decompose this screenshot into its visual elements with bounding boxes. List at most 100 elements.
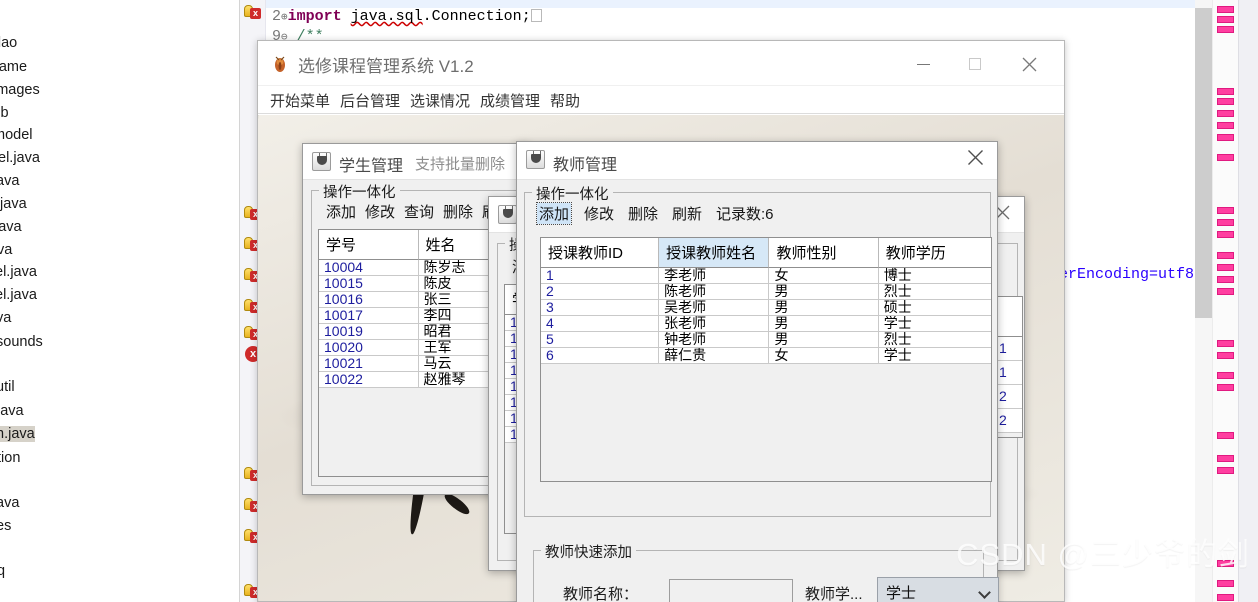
table-cell[interactable]: 男 (769, 316, 879, 332)
table-cell[interactable]: 10017 (319, 308, 419, 324)
table-cell[interactable]: 10015 (319, 276, 419, 292)
teacher-toolbar-删除[interactable]: 删除 (628, 203, 658, 224)
menu-item-帮助[interactable]: 帮助 (550, 90, 580, 111)
table-row[interactable]: 6 薛仁贵女学士 (541, 348, 991, 364)
teacher-management-dialog[interactable]: 教师管理 操作一体化 添加 修改 删除 刷新 记录数:6 授课教师ID 授课教师姓名 教师性… (516, 141, 999, 602)
table-cell[interactable]: 硕士 (878, 300, 991, 316)
teacher-toolbar-修改[interactable]: 修改 (584, 203, 614, 224)
table-cell[interactable]: 钟老师 (659, 332, 770, 348)
table-cell[interactable]: 10016 (319, 292, 419, 308)
teacher-degree-select[interactable]: 学士 (877, 577, 999, 602)
table-cell[interactable]: 男 (769, 284, 879, 300)
table-cell[interactable]: 2 (541, 284, 660, 300)
teacher-col-1[interactable]: 授课教师姓名 (659, 238, 770, 268)
table-cell[interactable]: 4 (541, 316, 660, 332)
table-cell[interactable]: 薛仁贵 (659, 348, 770, 364)
student-toolbar-添加[interactable]: 添加 (326, 201, 356, 222)
table-row[interactable]: 1 (994, 361, 1022, 385)
table-cell[interactable]: 1 (541, 268, 660, 284)
table-cell[interactable]: 10019 (319, 324, 419, 340)
table-row[interactable]: 2 (994, 409, 1022, 433)
table-cell[interactable]: 李老师 (659, 268, 770, 284)
tree-item[interactable]: el.java (0, 264, 37, 280)
menu-item-选课情况[interactable]: 选课情况 (410, 90, 470, 111)
table-cell[interactable]: 烈士 (878, 332, 991, 348)
teacher-toolbar[interactable]: 添加 修改 删除 刷新 记录数:6 (525, 202, 990, 227)
teacher-toolbar-刷新[interactable]: 刷新 (672, 203, 702, 224)
tree-item[interactable]: n.java (0, 426, 35, 442)
project-explorer-sidebar[interactable]: dao frame images lib model el.java ava .java jav… (0, 0, 240, 602)
teacher-dialog-close-button[interactable] (953, 142, 997, 180)
table-cell[interactable]: 10004 (319, 260, 419, 276)
table-cell[interactable]: 吴老师 (659, 300, 770, 316)
error-marker-icon[interactable]: x (244, 4, 262, 20)
table-row[interactable]: 4 张老师男学士 (541, 316, 991, 332)
table-cell[interactable]: 2 (994, 409, 1022, 433)
menu-item-后台管理[interactable]: 后台管理 (340, 90, 400, 111)
menu-item-成绩管理[interactable]: 成绩管理 (480, 90, 540, 111)
student-dialog-title-bar[interactable]: 学生管理 支持批量删除 (303, 144, 529, 180)
tree-item[interactable]: ava (0, 173, 19, 189)
table-row[interactable]: 2 (994, 385, 1022, 409)
teacher-table[interactable]: 授课教师ID 授课教师姓名 教师性别 教师学历 1 李老师女博士 2 陈老师男烈士 3 吴老师男… (540, 237, 992, 482)
student-col-id[interactable]: 学号 (319, 230, 419, 260)
table-cell[interactable]: 女 (769, 268, 879, 284)
tree-item[interactable]: sounds (0, 334, 43, 350)
fold-icon[interactable]: ⊕ (281, 12, 288, 24)
tree-item[interactable]: images (0, 82, 40, 98)
table-cell[interactable]: 10022 (319, 372, 419, 388)
minimize-button[interactable] (900, 41, 946, 86)
application-menu-bar[interactable]: 开始菜单 后台管理 选课情况 成绩管理 帮助 (258, 86, 1064, 114)
tree-item[interactable]: model (0, 127, 33, 143)
teacher-name-input[interactable] (669, 579, 793, 602)
teacher-col-3[interactable]: 教师学历 (878, 238, 991, 268)
tree-item[interactable]: tion (0, 450, 20, 466)
tree-item[interactable]: el.java (0, 287, 37, 303)
table-cell[interactable]: 10021 (319, 356, 419, 372)
table-cell[interactable]: 男 (769, 300, 879, 316)
tree-item[interactable]: dao (0, 35, 17, 51)
right-fragment-body[interactable]: 1122 (994, 337, 1022, 433)
teacher-dialog-title-bar[interactable]: 教师管理 (517, 142, 997, 180)
table-cell[interactable]: 烈士 (878, 284, 991, 300)
main-application-window[interactable]: 选修课程管理系统 V1.2 开始菜单 后台管理 选课情况 成绩管理 帮助 学生管理 (257, 40, 1065, 602)
table-cell[interactable]: 学士 (878, 316, 991, 332)
table-row[interactable]: 3 吴老师男硕士 (541, 300, 991, 316)
teacher-toolbar-添加[interactable]: 添加 (535, 202, 573, 225)
teacher-table-header[interactable]: 授课教师ID 授课教师姓名 教师性别 教师学历 (541, 238, 991, 268)
teacher-toolbar-记录数:6[interactable]: 记录数:6 (716, 203, 774, 224)
tree-item[interactable]: va (0, 242, 12, 258)
editor-overview-ruler[interactable] (1212, 0, 1238, 602)
tree-item[interactable]: java (0, 219, 22, 235)
table-row[interactable]: 5 钟老师男烈士 (541, 332, 991, 348)
table-cell[interactable]: 2 (994, 385, 1022, 409)
tree-item[interactable]: ava (0, 495, 19, 511)
tree-item[interactable]: es (0, 518, 11, 534)
table-cell[interactable]: 6 (541, 348, 660, 364)
tree-item[interactable]: va (0, 310, 11, 326)
student-toolbar-删除[interactable]: 删除 (443, 201, 473, 222)
table-row[interactable]: 1 (994, 337, 1022, 361)
editor-scrollbar-thumb[interactable] (1195, 8, 1212, 318)
maximize-button[interactable] (952, 41, 998, 86)
table-cell[interactable]: 10020 (319, 340, 419, 356)
tree-item[interactable]: frame (0, 59, 27, 75)
close-button[interactable] (1006, 41, 1052, 86)
table-cell[interactable]: 学士 (878, 348, 991, 364)
code-line-2[interactable]: 2⊕import java.sql.Connection; (272, 8, 542, 25)
table-row[interactable]: 2 陈老师男烈士 (541, 284, 991, 300)
window-title-bar[interactable]: 选修课程管理系统 V1.2 (258, 41, 1064, 86)
tree-item[interactable]: java (0, 403, 24, 419)
table-cell[interactable]: 1 (994, 361, 1022, 385)
student-toolbar-修改[interactable]: 修改 (365, 201, 395, 222)
tree-item[interactable]: lib (0, 105, 9, 121)
table-cell[interactable]: 1 (994, 337, 1022, 361)
menu-item-开始菜单[interactable]: 开始菜单 (270, 90, 330, 111)
table-cell[interactable]: 男 (769, 332, 879, 348)
table-cell[interactable]: 3 (541, 300, 660, 316)
teacher-col-2[interactable]: 教师性别 (769, 238, 879, 268)
tree-item[interactable]: el.java (0, 150, 40, 166)
code-fragment-encoding[interactable]: terEncoding=utf8" (1050, 266, 1203, 283)
table-row[interactable]: 1 李老师女博士 (541, 268, 991, 284)
tree-item[interactable]: util (0, 379, 15, 395)
